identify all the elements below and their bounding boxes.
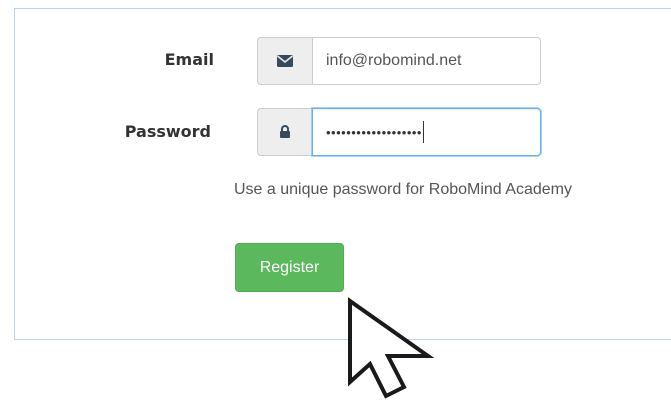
password-field[interactable]: ••••••••••••••••••• <box>312 108 541 156</box>
envelope-icon <box>257 37 312 85</box>
password-label: Password <box>124 122 211 141</box>
password-input-group: ••••••••••••••••••• <box>257 108 541 156</box>
lock-icon <box>257 108 312 156</box>
register-button[interactable]: Register <box>235 243 344 292</box>
password-help-text: Use a unique password for RoboMind Acade… <box>234 181 572 198</box>
password-masked-value: ••••••••••••••••••• <box>326 124 422 140</box>
email-field[interactable]: info@robomind.net <box>312 37 541 85</box>
mouse-pointer-icon <box>348 297 435 399</box>
text-caret <box>422 121 424 143</box>
email-label: Email <box>164 50 214 69</box>
email-input-group: info@robomind.net <box>257 37 541 85</box>
